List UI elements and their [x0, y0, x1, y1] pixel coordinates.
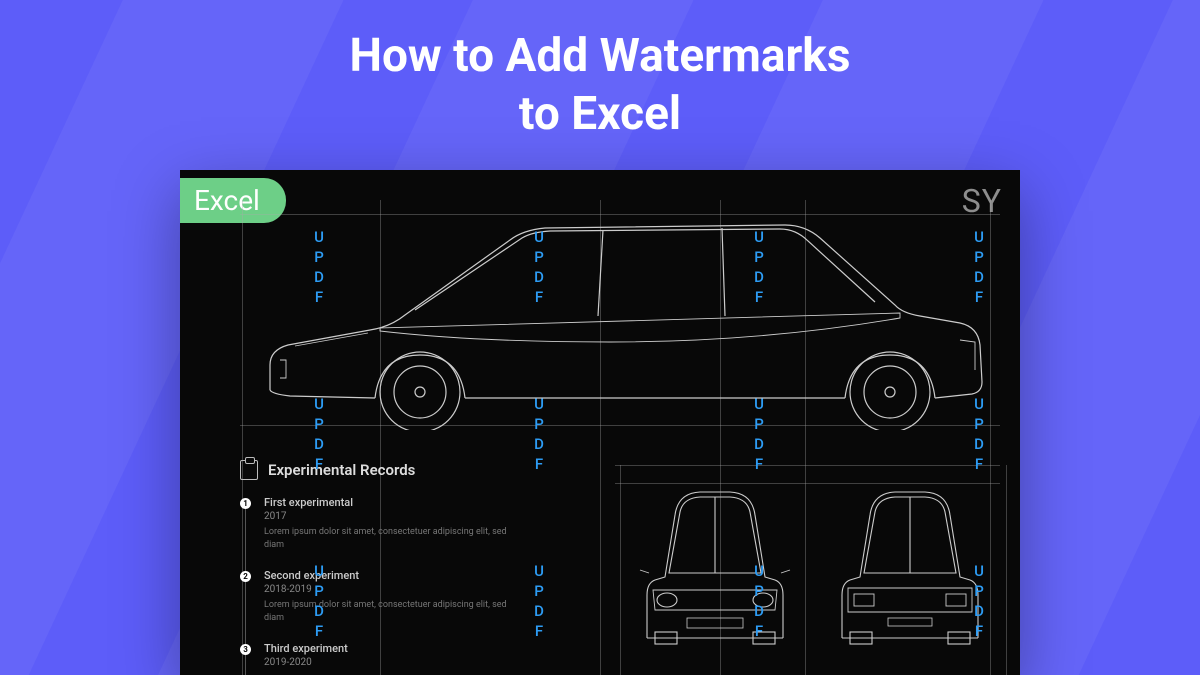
- document-preview: Excel SY: [180, 170, 1020, 675]
- watermark-text: UPDF: [970, 395, 988, 475]
- page-title: How to Add Watermarks to Excel: [0, 0, 1200, 143]
- watermark-text: UPDF: [750, 228, 768, 308]
- record-item: 2 Second experiment 2018-2019 Lorem ipsu…: [240, 569, 580, 624]
- car-side-blueprint: [240, 210, 990, 430]
- watermark-text: UPDF: [310, 395, 328, 475]
- records-section: Experimental Records 1 First experimenta…: [240, 460, 580, 675]
- title-line-1: How to Add Watermarks: [349, 29, 850, 83]
- watermark-text: UPDF: [530, 395, 548, 475]
- watermark-text: UPDF: [310, 562, 328, 642]
- record-desc: Lorem ipsum dolor sit amet, consectetuer…: [264, 526, 514, 551]
- watermark-text: UPDF: [750, 395, 768, 475]
- watermark-text: UPDF: [750, 562, 768, 642]
- title-line-2: to Excel: [519, 87, 681, 141]
- record-item: 1 First experimental 2017 Lorem ipsum do…: [240, 496, 580, 551]
- record-bullet: 3: [240, 644, 251, 655]
- watermark-text: UPDF: [530, 228, 548, 308]
- car-front-blueprint: [625, 470, 805, 650]
- record-bullet: 1: [240, 498, 251, 509]
- record-title: Third experiment: [264, 642, 580, 655]
- records-heading-text: Experimental Records: [268, 461, 415, 479]
- watermark-text: UPDF: [970, 228, 988, 308]
- records-heading: Experimental Records: [240, 460, 580, 480]
- record-desc: Lorem ipsum dolor sit amet, consectetuer…: [264, 599, 514, 624]
- watermark-text: UPDF: [530, 562, 548, 642]
- clipboard-icon: [240, 460, 258, 480]
- record-title: First experimental: [264, 496, 580, 509]
- record-year: 2019-2020: [264, 657, 580, 668]
- record-item: 3 Third experiment 2019-2020: [240, 642, 580, 668]
- watermark-text: UPDF: [970, 562, 988, 642]
- record-year: 2017: [264, 511, 580, 522]
- record-bullet: 2: [240, 571, 251, 582]
- watermark-text: UPDF: [310, 228, 328, 308]
